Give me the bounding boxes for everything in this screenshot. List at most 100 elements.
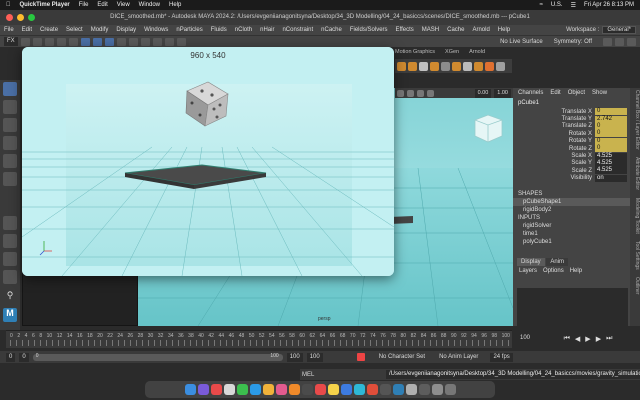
app-icon[interactable]	[288, 384, 300, 395]
minimize-window-button[interactable]	[17, 14, 24, 21]
start-frame-field[interactable]: 0	[6, 352, 16, 362]
maya-dock-icon[interactable]	[392, 384, 404, 395]
app-icon[interactable]	[353, 384, 365, 395]
shelf-tab-arnold[interactable]: Arnold	[469, 49, 485, 57]
move-tool-icon[interactable]	[3, 136, 17, 150]
graph-layout-icon[interactable]	[3, 270, 17, 284]
end-frame-field[interactable]: 100	[306, 352, 323, 362]
app-icon[interactable]	[379, 384, 391, 395]
mail-icon[interactable]	[249, 384, 261, 395]
downloads-icon[interactable]	[431, 384, 443, 395]
side-tab-modeling-toolkit[interactable]: Modeling Toolkit	[634, 198, 640, 234]
shape-item[interactable]: pCubeShape1	[513, 197, 630, 206]
snap-point-icon[interactable]	[140, 37, 150, 46]
side-tab-channel-box[interactable]: Channel Box / Layer Editor	[634, 90, 640, 150]
grid-toggle-icon[interactable]	[407, 89, 414, 97]
shelf-tool-icon[interactable]	[441, 61, 450, 71]
maya-menu-windows[interactable]: Windows	[144, 27, 168, 33]
character-set-select[interactable]: No Character Set	[379, 354, 425, 360]
channel-attr-value[interactable]: 0	[595, 108, 627, 116]
select-tool-icon[interactable]	[3, 82, 17, 96]
maya-menu-cache[interactable]: Cache	[447, 27, 464, 33]
exposure-field[interactable]: 0.00	[474, 88, 492, 98]
menubar-app-name[interactable]: QuickTime Player	[20, 2, 70, 8]
app-icon[interactable]	[340, 384, 352, 395]
workspace-select[interactable]: General*	[602, 26, 636, 34]
maya-menu-file[interactable]: File	[4, 27, 14, 33]
maya-menu-modify[interactable]: Modify	[91, 27, 109, 33]
shelf-tool-icon[interactable]	[452, 61, 461, 71]
shelf-tab-xgen[interactable]: XGen	[445, 49, 459, 57]
app-icon[interactable]	[405, 384, 417, 395]
ipr-render-icon[interactable]	[176, 37, 186, 46]
maya-menu-nconstraint[interactable]: nConstraint	[282, 27, 313, 33]
current-frame-field[interactable]: 100	[512, 333, 538, 343]
menubar-help[interactable]: Help	[169, 2, 181, 8]
channel-attr-value[interactable]: 0	[595, 145, 627, 153]
shelf-tool-icon[interactable]	[485, 61, 494, 71]
go-to-start-icon[interactable]: ⏮	[564, 335, 570, 343]
messages-icon[interactable]	[236, 384, 248, 395]
maya-menu-arnold[interactable]: Arnold	[472, 27, 489, 33]
channel-box-icon[interactable]	[627, 37, 636, 46]
channel-attr-value[interactable]: 0	[595, 122, 627, 130]
shelf-tool-icon[interactable]	[474, 61, 483, 71]
lasso-tool-icon[interactable]	[3, 100, 17, 114]
mel-label[interactable]: MEL	[302, 372, 382, 378]
undo-icon[interactable]	[56, 37, 66, 46]
maya-menu-help[interactable]: Help	[498, 27, 510, 33]
channel-attr-value[interactable]: on	[595, 174, 627, 182]
maya-menu-display[interactable]: Display	[116, 27, 136, 33]
side-tab-attribute-editor[interactable]: Attribute Editor	[634, 157, 640, 190]
auto-key-icon[interactable]	[356, 353, 365, 361]
app-icon[interactable]	[366, 384, 378, 395]
search-icon[interactable]: ⚲	[3, 290, 17, 304]
maya-logo-icon[interactable]: M	[3, 308, 17, 322]
wifi-icon[interactable]: ≈	[540, 2, 543, 8]
channel-row-translate-z[interactable]: Translate Z0	[513, 122, 630, 130]
channel-menu-channels[interactable]: Channels	[518, 90, 543, 96]
channel-attr-value[interactable]: 4.525	[595, 152, 627, 160]
launchpad-icon[interactable]	[197, 384, 209, 395]
four-view-icon[interactable]	[3, 234, 17, 248]
shelf-tool-icon[interactable]	[397, 61, 406, 71]
new-scene-icon[interactable]	[20, 37, 30, 46]
channel-row-scale-y[interactable]: Scale Y 4.525	[513, 159, 630, 167]
quicktime-player-window[interactable]: 960 x 540	[22, 47, 394, 276]
redo-icon[interactable]	[68, 37, 78, 46]
maya-menu-mash[interactable]: MASH	[422, 27, 439, 33]
range-slider[interactable]: 0 100	[32, 353, 283, 361]
channel-row-scale-x[interactable]: Scale X 4.525	[513, 152, 630, 160]
select-by-component-icon[interactable]	[104, 37, 114, 46]
input-item[interactable]: rigidSolver	[513, 222, 630, 230]
layer-tab-display[interactable]: Display	[517, 258, 545, 266]
channel-attr-value[interactable]: 0	[595, 130, 627, 138]
outliner-layout-icon[interactable]	[3, 252, 17, 266]
shaded-icon[interactable]	[427, 89, 434, 97]
shape-item[interactable]: rigidBody2	[513, 206, 630, 214]
maya-menu-effects[interactable]: Effects	[396, 27, 414, 33]
shelf-tool-icon[interactable]	[408, 61, 417, 71]
single-view-icon[interactable]	[3, 216, 17, 230]
go-to-end-icon[interactable]: ⏭	[606, 335, 612, 343]
maya-menu-fields-solvers[interactable]: Fields/Solvers	[350, 27, 388, 33]
layer-menu-help[interactable]: Help	[570, 268, 582, 274]
maya-menu-create[interactable]: Create	[40, 27, 58, 33]
live-surface-label[interactable]: No Live Surface	[500, 39, 543, 45]
step-forward-icon[interactable]: ▶	[596, 335, 601, 343]
shelf-tool-icon[interactable]	[430, 61, 439, 71]
quicktime-dock-icon[interactable]	[418, 384, 430, 395]
zoom-window-button[interactable]	[28, 14, 35, 21]
step-back-icon[interactable]: ◀	[575, 335, 580, 343]
app-icon[interactable]	[210, 384, 222, 395]
snap-view-icon[interactable]	[152, 37, 162, 46]
layer-tab-anim[interactable]: Anim	[546, 258, 569, 266]
view-cube-icon[interactable]	[472, 112, 506, 144]
maya-menu-ncloth[interactable]: nCloth	[235, 27, 252, 33]
camera-icon[interactable]	[397, 89, 404, 97]
layer-list[interactable]	[517, 288, 628, 326]
menubar-datetime[interactable]: Fri Apr 26 8:13 PM	[584, 2, 634, 8]
select-by-hierarchy-icon[interactable]	[80, 37, 90, 46]
control-center-icon[interactable]: ☰	[571, 2, 576, 9]
trash-icon[interactable]	[444, 384, 456, 395]
